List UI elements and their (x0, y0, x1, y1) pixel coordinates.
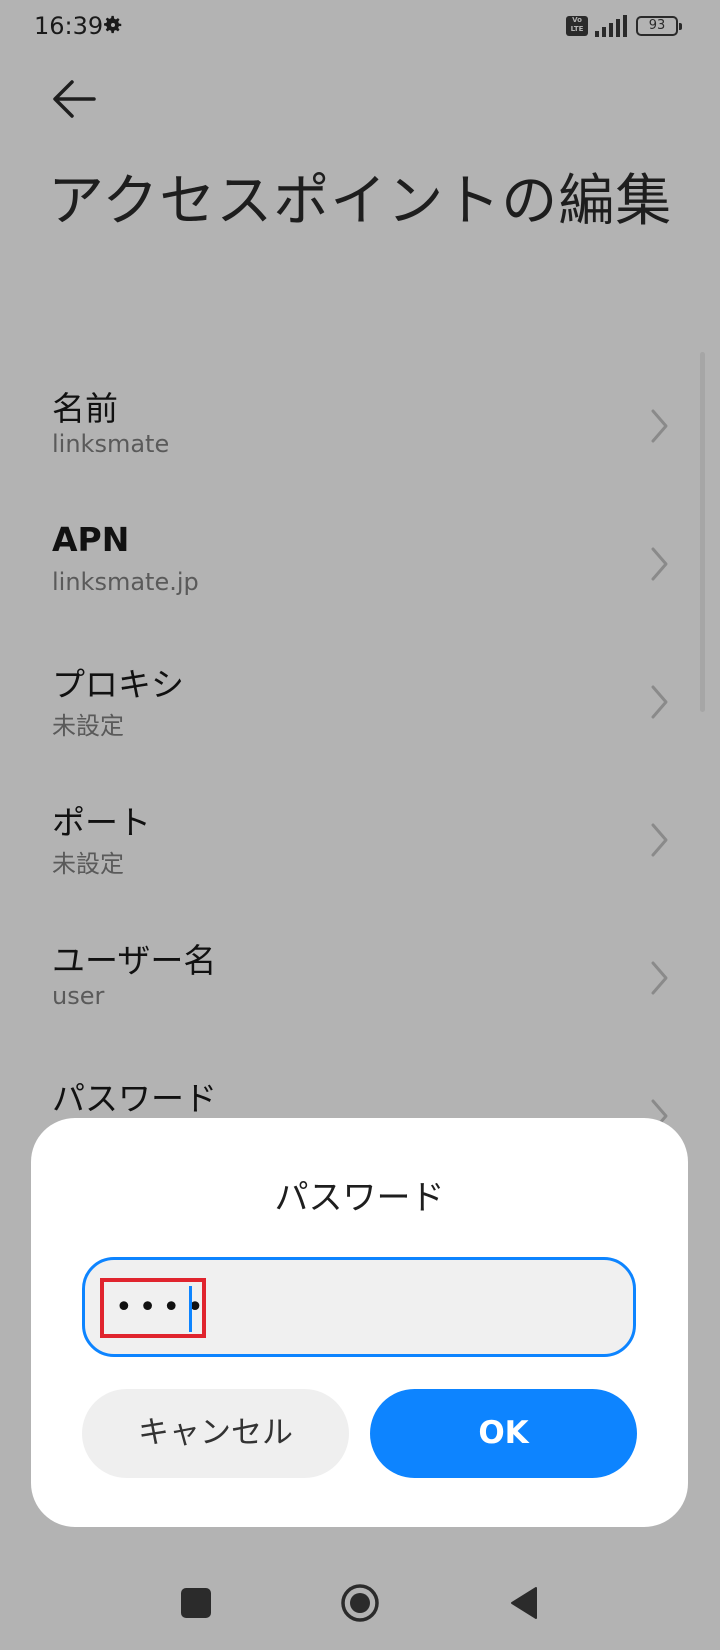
password-input[interactable]: •••• (82, 1257, 636, 1357)
chevron-right-icon (651, 823, 668, 857)
chevron-right-icon (651, 409, 668, 443)
volte-icon: Vo LTE (566, 16, 588, 36)
status-time: 16:39 (34, 12, 104, 40)
setting-row-name[interactable]: 名前 linksmate (0, 368, 720, 506)
setting-title: ポート (52, 803, 151, 842)
battery-icon: 93 (636, 16, 682, 36)
setting-value: linksmate.jp (52, 568, 199, 596)
recents-square-icon[interactable] (181, 1588, 211, 1618)
setting-title: 名前 (52, 389, 118, 428)
chevron-right-icon (651, 961, 668, 995)
setting-title: パスワード (52, 1079, 217, 1118)
setting-value: linksmate (52, 430, 170, 458)
apn-settings-list: 名前 linksmate APN linksmate.jp プロキシ 未設定 ポ… (0, 368, 720, 1196)
setting-value: user (52, 982, 105, 1010)
setting-title: ユーザー名 (52, 941, 217, 980)
page-title: アクセスポイントの編集 (48, 169, 673, 234)
setting-value: 未設定 (52, 712, 124, 740)
chevron-right-icon (651, 685, 668, 719)
home-circle-icon[interactable] (340, 1583, 380, 1623)
setting-row-apn[interactable]: APN linksmate.jp (0, 506, 720, 644)
back-triangle-icon[interactable] (508, 1585, 540, 1621)
password-masked-value: •••• (115, 1290, 210, 1325)
setting-title: プロキシ (52, 665, 184, 704)
back-arrow-icon[interactable] (50, 78, 98, 120)
setting-row-port[interactable]: ポート 未設定 (0, 782, 720, 920)
setting-title: APN (52, 520, 130, 559)
gear-icon (104, 15, 122, 34)
setting-value: 未設定 (52, 850, 124, 878)
dialog-title: パスワード (274, 1178, 445, 1218)
cancel-button[interactable]: キャンセル (82, 1389, 349, 1478)
setting-row-username[interactable]: ユーザー名 user (0, 920, 720, 1058)
signal-icon (595, 15, 627, 37)
screen: 16:39 Vo LTE 93 アクセスポイントの編集 名前 linksmate… (0, 0, 720, 1650)
ok-button[interactable]: OK (370, 1389, 637, 1478)
password-dialog: パスワード •••• キャンセル OK (31, 1118, 688, 1527)
text-caret (189, 1286, 192, 1332)
setting-row-proxy[interactable]: プロキシ 未設定 (0, 644, 720, 782)
chevron-right-icon (651, 547, 668, 581)
